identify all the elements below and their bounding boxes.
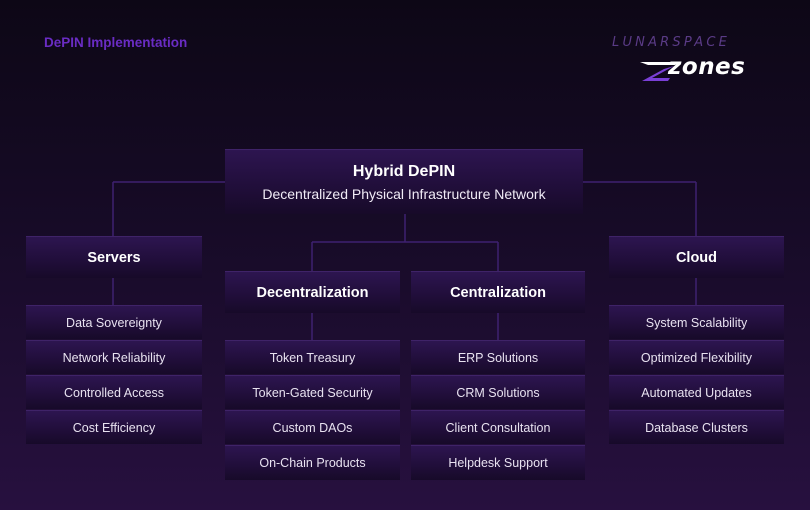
decentralization-item: Token-Gated Security bbox=[225, 375, 400, 409]
servers-item: Cost Efficiency bbox=[26, 410, 202, 444]
cloud-item: System Scalability bbox=[609, 305, 784, 339]
root-subtitle: Decentralized Physical Infrastructure Ne… bbox=[262, 185, 546, 202]
cloud-item: Automated Updates bbox=[609, 375, 784, 409]
centralization-item: Helpdesk Support bbox=[411, 445, 585, 480]
servers-header: Servers bbox=[26, 236, 202, 278]
cloud-header: Cloud bbox=[609, 236, 784, 278]
centralization-item: ERP Solutions bbox=[411, 340, 585, 374]
decentralization-item: Custom DAOs bbox=[225, 410, 400, 444]
decentralization-item: Token Treasury bbox=[225, 340, 400, 374]
centralization-item: Client Consultation bbox=[411, 410, 585, 444]
servers-item: Network Reliability bbox=[26, 340, 202, 374]
root-node: Hybrid DePIN Decentralized Physical Infr… bbox=[225, 149, 583, 214]
decentralization-header: Decentralization bbox=[225, 271, 400, 313]
centralization-header: Centralization bbox=[411, 271, 585, 313]
decentralization-item: On-Chain Products bbox=[225, 445, 400, 480]
root-title: Hybrid DePIN bbox=[352, 162, 456, 180]
servers-item: Data Sovereignty bbox=[26, 305, 202, 339]
cloud-item: Database Clusters bbox=[609, 410, 784, 444]
centralization-item: CRM Solutions bbox=[411, 375, 585, 409]
cloud-item: Optimized Flexibility bbox=[609, 340, 784, 374]
servers-item: Controlled Access bbox=[26, 375, 202, 409]
